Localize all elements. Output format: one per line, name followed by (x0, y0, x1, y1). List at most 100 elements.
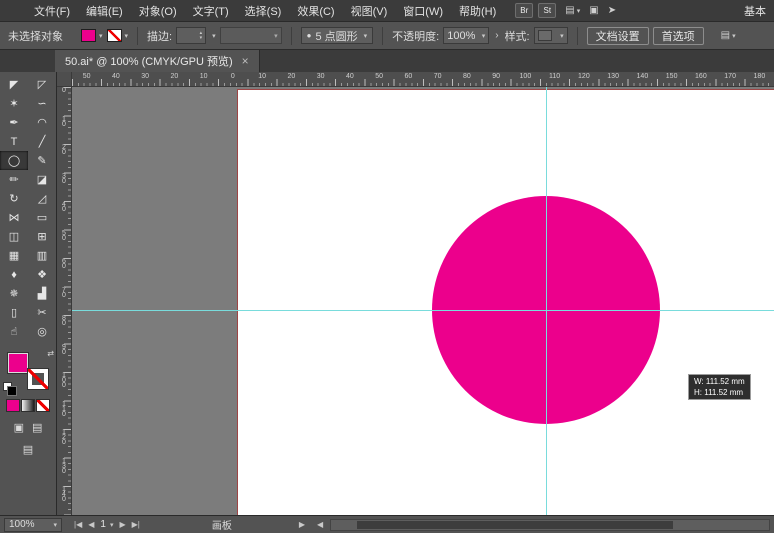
style-dropdown[interactable]: ▾ (533, 27, 568, 44)
stroke-weight-input[interactable]: ▴ ▾ (176, 27, 207, 44)
illustrator-window: 文件(F) 编辑(E) 对象(O) 文字(T) 选择(S) 效果(C) 视图(V… (0, 0, 774, 533)
menu-items: 文件(F) 编辑(E) 对象(O) 文字(T) 选择(S) 效果(C) 视图(V… (26, 3, 504, 19)
draw-behind-icon[interactable]: ▤ (32, 421, 42, 434)
tools-panel: ◤ ◸ ✶ ∽ ✒ ◠ T ╱ ◯ ✎ ✏ ◪ ↻ ◿ ⋈ ▭ ◫ ⊞ ▦ ▥ … (0, 72, 57, 515)
ellipse-tool-icon[interactable]: ◯ (0, 151, 28, 170)
zoom-dropdown[interactable]: 100% ▾ (4, 517, 62, 532)
chevron-down-icon: ▾ (274, 32, 278, 40)
gradient-tool-icon[interactable]: ▥ (28, 246, 56, 265)
scrollbar-thumb[interactable] (357, 520, 673, 529)
scale-tool-icon[interactable]: ◿ (28, 189, 56, 208)
grid-view-icon[interactable]: ▣ (589, 5, 598, 16)
canvas[interactable]: W: 111.52 mm H: 111.52 mm (72, 87, 774, 515)
toolbar-fill-swatch[interactable] (8, 353, 28, 373)
scroll-left-icon[interactable]: ◀ (314, 520, 326, 529)
smart-guide-horizontal (72, 310, 774, 311)
symbol-sprayer-tool-icon[interactable]: ✵ (0, 284, 28, 303)
pencil-tool-icon[interactable]: ✏ (0, 170, 28, 189)
st-badge-icon[interactable]: St (538, 3, 557, 18)
stepper-arrows-icon[interactable]: ▴ ▾ (200, 30, 203, 41)
menu-window[interactable]: 窗口(W) (395, 3, 451, 19)
none-button[interactable] (36, 399, 50, 412)
chevron-down-icon[interactable]: ▾ (577, 7, 581, 15)
pen-tool-icon[interactable]: ✒ (0, 113, 28, 132)
horizontal-ruler[interactable]: 50 40 30 20 10 0 10 20 30 40 50 60 70 80 90 100 110 120 13… (72, 72, 774, 87)
scroll-right-icon[interactable]: ▶ (296, 520, 308, 529)
curvature-tool-icon[interactable]: ◠ (28, 113, 56, 132)
last-artboard-icon[interactable]: ▶| (132, 520, 140, 529)
share-icon[interactable]: ➤ (608, 5, 616, 16)
selection-tool-icon[interactable]: ◤ (0, 75, 28, 94)
control-panel-menu[interactable]: ▤ ▾ (712, 30, 736, 41)
close-icon[interactable]: × (242, 54, 249, 68)
column-graph-tool-icon[interactable]: ▟ (28, 284, 56, 303)
menu-view[interactable]: 视图(V) (343, 3, 396, 19)
opacity-dropdown[interactable]: 100% ▾ (443, 27, 490, 44)
next-artboard-icon[interactable]: ▶ (119, 520, 125, 529)
menu-edit[interactable]: 编辑(E) (78, 3, 131, 19)
chevron-down-icon: ▾ (99, 32, 103, 40)
panel-icon: ▤ (720, 30, 731, 41)
tooltip-width: W: 111.52 mm (694, 377, 745, 386)
gradient-button[interactable] (21, 399, 35, 412)
style-label: 样式: (504, 30, 530, 43)
zoom-tool-icon[interactable]: ◎ (28, 322, 56, 341)
opacity-panel-button[interactable]: › (493, 30, 500, 41)
magic-wand-tool-icon[interactable]: ✶ (0, 94, 28, 113)
artboard-tool-icon[interactable]: ▯ (0, 303, 28, 322)
screen-mode-button[interactable]: ▤ (23, 443, 33, 456)
vertical-ruler[interactable]: 0102030405060708090100110120130140 (57, 87, 72, 515)
width-profile-dropdown[interactable]: ▾ (219, 27, 282, 44)
draw-normal-icon[interactable]: ▣ (14, 421, 24, 434)
menu-type[interactable]: 文字(T) (185, 3, 237, 19)
document-setup-button[interactable]: 文档设置 (586, 26, 649, 45)
brush-definition-dropdown[interactable]: ● 5 点圆形 ▾ (300, 27, 374, 44)
blend-tool-icon[interactable]: ❖ (28, 265, 56, 284)
workspace-switcher[interactable]: 基本 (744, 3, 768, 19)
hand-tool-icon[interactable]: ☝ (0, 322, 28, 341)
eraser-tool-icon[interactable]: ◪ (28, 170, 56, 189)
menu-help[interactable]: 帮助(H) (451, 3, 504, 19)
fill-color-swatch[interactable]: ▾ (81, 29, 103, 42)
chevron-down-icon: ▾ (560, 32, 564, 40)
width-tool-icon[interactable]: ⋈ (0, 208, 28, 227)
document-tabbar: 50.ai* @ 100% (CMYK/GPU 预览) × (0, 50, 774, 72)
document-tab[interactable]: 50.ai* @ 100% (CMYK/GPU 预览) × (55, 50, 260, 72)
mesh-tool-icon[interactable]: ▦ (0, 246, 28, 265)
line-segment-tool-icon[interactable]: ╱ (28, 132, 56, 151)
shape-builder-tool-icon[interactable]: ◫ (0, 227, 28, 246)
chevron-down-icon: ▾ (53, 521, 57, 529)
horizontal-scrollbar[interactable] (330, 518, 770, 531)
type-tool-icon[interactable]: T (0, 132, 28, 151)
arrange-documents-icon[interactable]: ▤ (565, 5, 574, 16)
stroke-color-swatch[interactable]: ▾ (106, 29, 128, 42)
color-button[interactable] (6, 399, 20, 412)
menu-object[interactable]: 对象(O) (131, 3, 185, 19)
first-artboard-icon[interactable]: |◀ (74, 520, 82, 529)
toolbar-stroke-swatch[interactable] (28, 369, 48, 389)
fill-stroke-indicator: ⇄ (3, 349, 54, 396)
rotate-tool-icon[interactable]: ↻ (0, 189, 28, 208)
direct-selection-tool-icon[interactable]: ◸ (28, 75, 56, 94)
lasso-tool-icon[interactable]: ∽ (28, 94, 56, 113)
slice-tool-icon[interactable]: ✂ (28, 303, 56, 322)
divider (576, 26, 578, 45)
stroke-weight-dropdown[interactable]: ▾ (212, 32, 216, 40)
artboard-number-dropdown[interactable]: 1 ▾ (100, 519, 113, 530)
horizontal-ruler-row: 50 40 30 20 10 0 10 20 30 40 50 60 70 80 90 100 110 120 13… (57, 72, 774, 87)
perspective-grid-tool-icon[interactable]: ⊞ (28, 227, 56, 246)
menu-effect[interactable]: 效果(C) (289, 3, 342, 19)
divider (290, 26, 292, 45)
paintbrush-tool-icon[interactable]: ✎ (28, 151, 56, 170)
default-fill-stroke-icon[interactable] (3, 382, 17, 396)
chevron-down-icon: ▾ (732, 32, 736, 40)
swap-fill-stroke-icon[interactable]: ⇄ (47, 349, 54, 358)
previous-artboard-icon[interactable]: ◀ (88, 520, 94, 529)
preferences-button[interactable]: 首选项 (652, 26, 704, 45)
eyedropper-tool-icon[interactable]: ♦ (0, 265, 28, 284)
free-transform-tool-icon[interactable]: ▭ (28, 208, 56, 227)
br-badge-icon[interactable]: Br (515, 3, 534, 18)
menu-select[interactable]: 选择(S) (237, 3, 290, 19)
menu-file[interactable]: 文件(F) (26, 3, 78, 19)
ruler-origin-corner[interactable] (57, 72, 72, 87)
